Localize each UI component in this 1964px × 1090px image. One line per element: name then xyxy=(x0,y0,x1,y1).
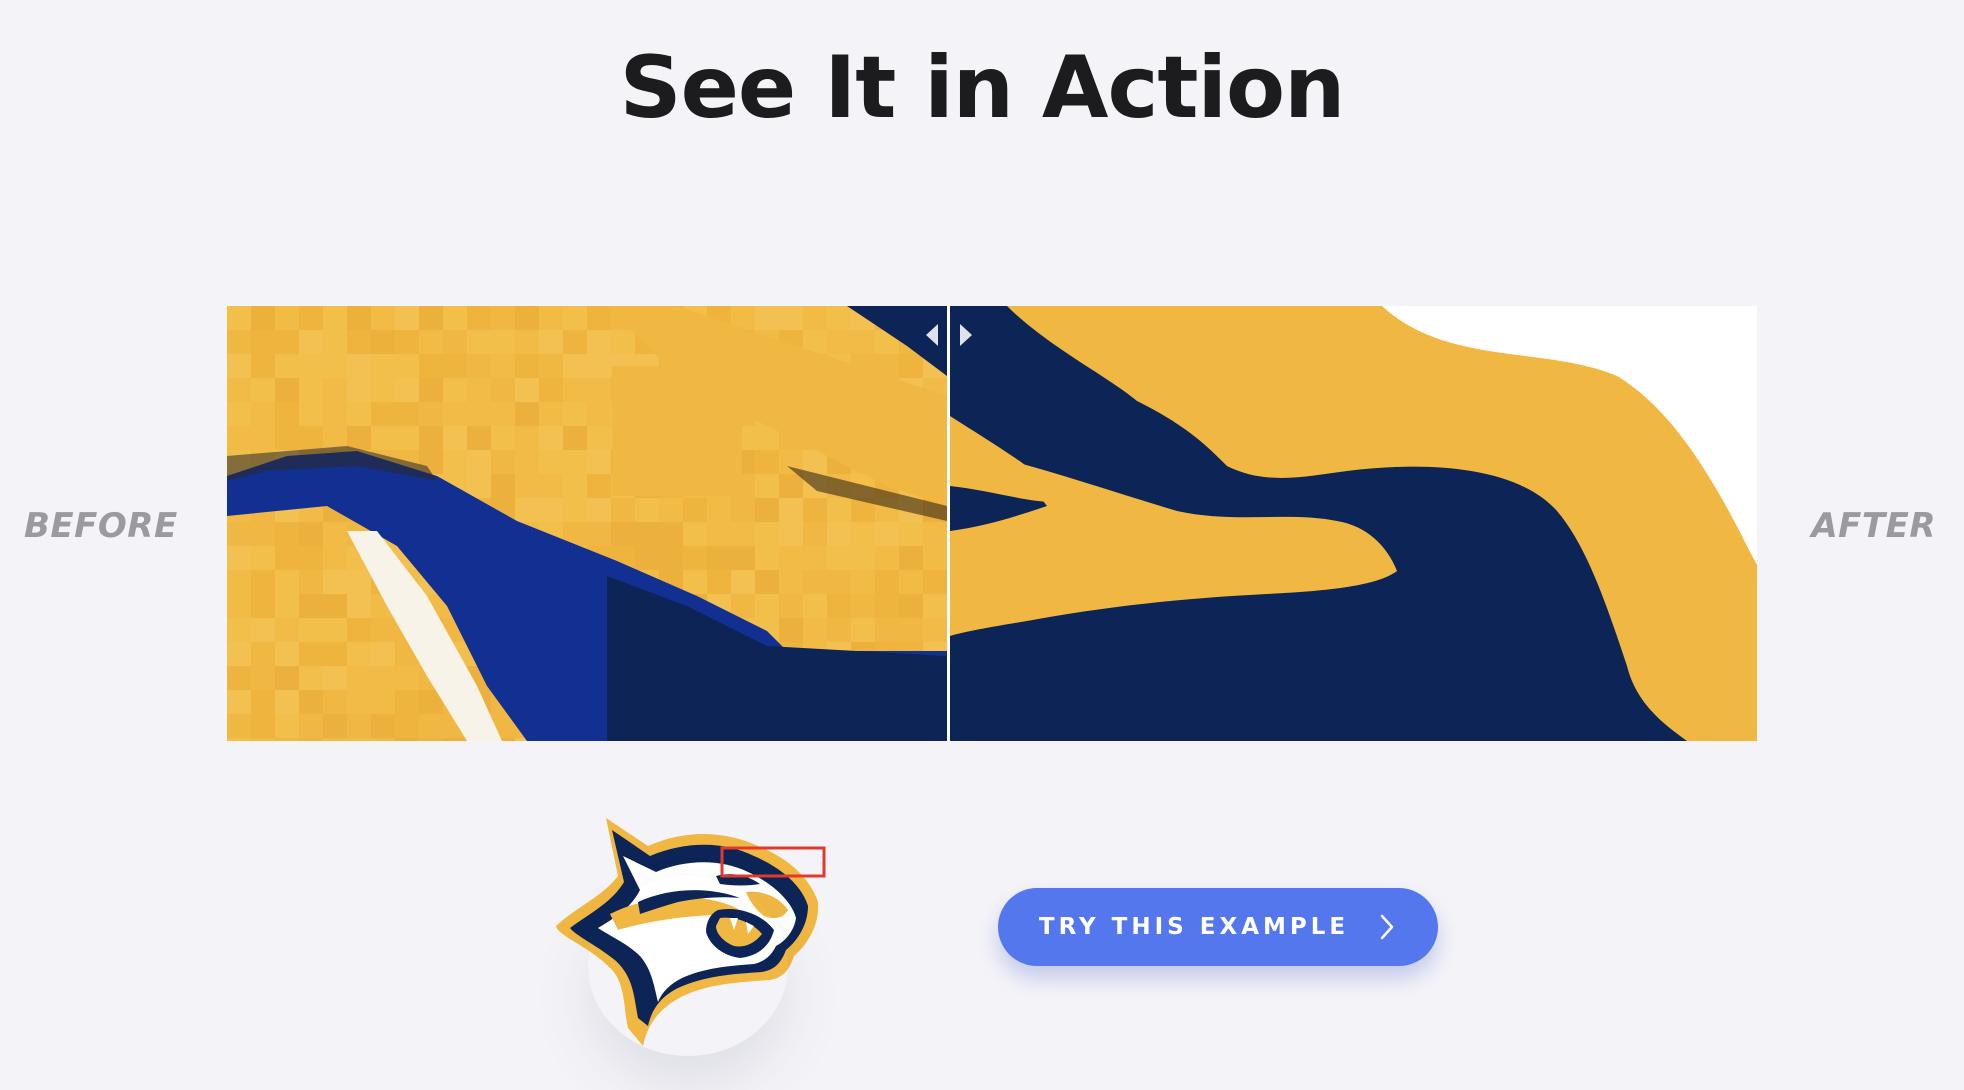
before-image xyxy=(227,306,947,741)
slider-left-arrow-icon[interactable] xyxy=(919,320,945,350)
try-this-example-label: TRY THIS EXAMPLE xyxy=(1038,914,1350,940)
comparison-divider[interactable] xyxy=(947,306,950,741)
before-label: BEFORE xyxy=(24,506,178,546)
slider-right-arrow-icon[interactable] xyxy=(953,320,979,350)
wildcat-logo-thumbnail[interactable] xyxy=(548,806,828,1056)
page-title: See It in Action xyxy=(619,38,1346,138)
comparison-image xyxy=(227,306,1757,741)
before-after-comparison[interactable] xyxy=(227,306,1757,741)
after-image xyxy=(950,306,1757,741)
after-label: AFTER xyxy=(1811,506,1936,546)
logo-shadow xyxy=(588,876,788,1056)
try-this-example-button[interactable]: TRY THIS EXAMPLE xyxy=(998,888,1438,966)
chevron-right-icon xyxy=(1377,913,1397,941)
